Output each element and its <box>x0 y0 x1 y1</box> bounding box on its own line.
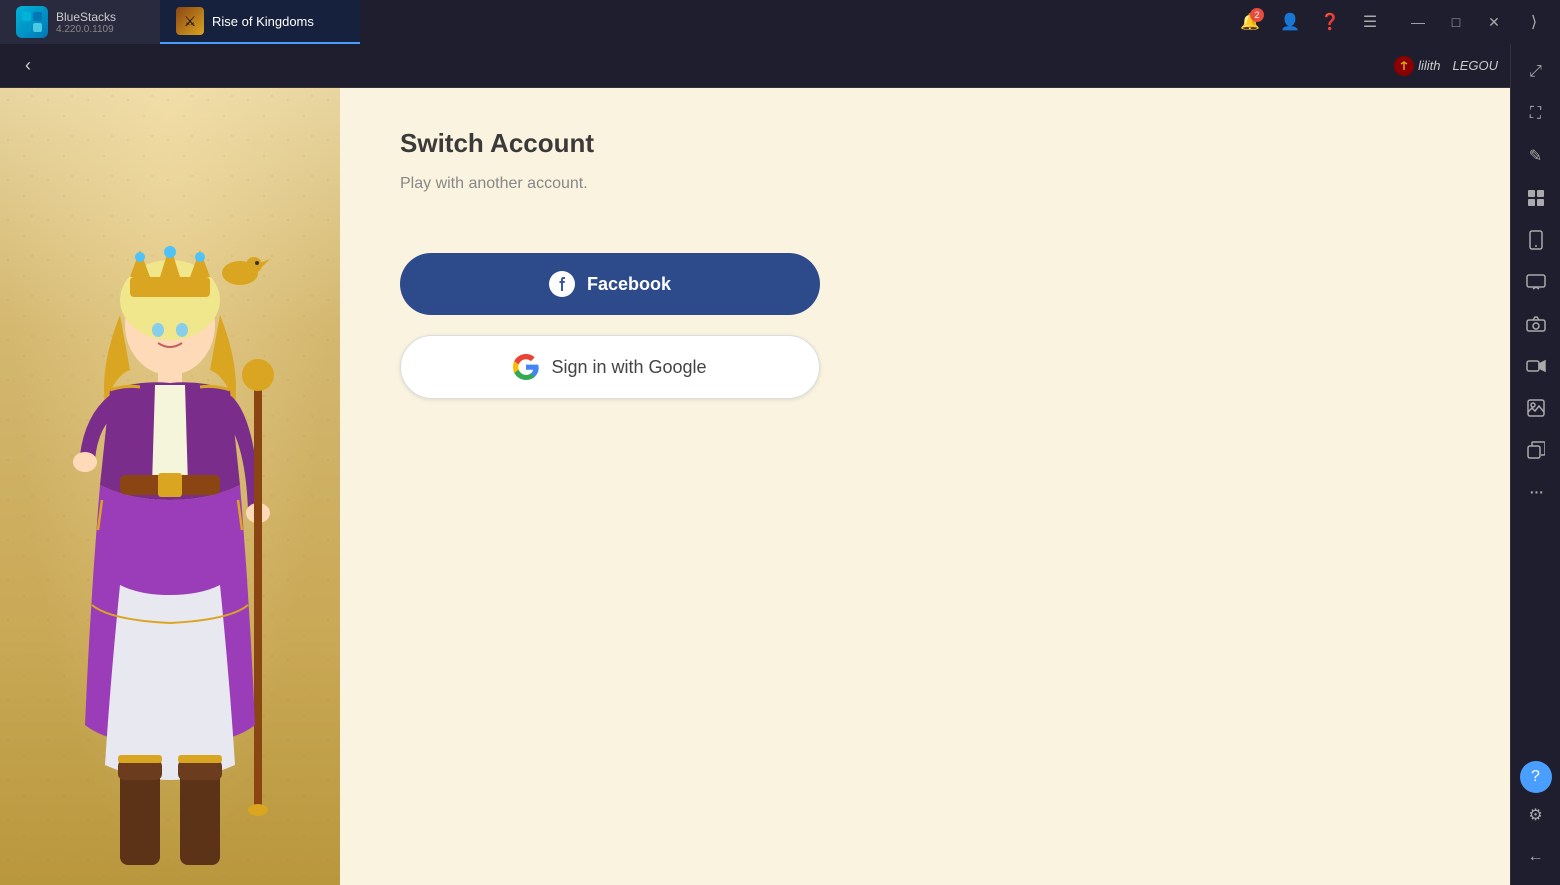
gallery-icon[interactable] <box>1516 388 1556 428</box>
character-section <box>0 88 340 885</box>
game-tab-icon: ⚔ <box>176 7 204 35</box>
edit-icon[interactable]: ✎ <box>1516 136 1556 176</box>
character-illustration <box>10 205 330 885</box>
settings-icon[interactable]: ⚙ <box>1516 795 1556 835</box>
lilith-logo: lilith <box>1394 56 1440 76</box>
bluestacks-tab-text: BlueStacks 4.220.0.1109 <box>56 10 116 35</box>
help-icon[interactable]: ? <box>1520 761 1552 793</box>
game-viewport: Switch Account Play with another account… <box>0 88 1510 885</box>
account-button[interactable]: 👤 <box>1272 4 1308 40</box>
back-button[interactable]: ‹ <box>12 50 44 82</box>
video-play-icon[interactable] <box>1516 178 1556 218</box>
sidebar-bottom: ? ⚙ ← <box>1516 761 1556 885</box>
menu-button[interactable]: ☰ <box>1352 4 1388 40</box>
side-expand-button[interactable]: ⟩ <box>1516 4 1552 40</box>
titlebar: BlueStacks 4.220.0.1109 ⚔ Rise of Kingdo… <box>0 0 1560 44</box>
window-controls: — □ ✕ <box>1400 4 1512 40</box>
phone-icon[interactable] <box>1516 220 1556 260</box>
game-tab[interactable]: ⚔ Rise of Kingdoms <box>160 0 360 44</box>
right-sidebar: ⤢ ⛶ ✎ ··· ? ⚙ ← <box>1510 44 1560 885</box>
bluestacks-tab-title: BlueStacks <box>56 10 116 24</box>
tv-icon[interactable] <box>1516 262 1556 302</box>
legou-logo: LEGOU <box>1452 58 1498 73</box>
maximize-button[interactable]: □ <box>1438 4 1474 40</box>
facebook-icon <box>549 271 575 297</box>
switch-account-title: Switch Account <box>400 128 1450 159</box>
facebook-button[interactable]: Facebook <box>400 253 820 315</box>
legou-label: LEGOU <box>1452 58 1498 73</box>
fullscreen-icon[interactable]: ⛶ <box>1516 94 1556 134</box>
notification-badge: 2 <box>1250 8 1264 22</box>
game-tab-title: Rise of Kingdoms <box>212 14 314 29</box>
game-topbar-right: lilith LEGOU <box>1394 56 1498 76</box>
main-area: ‹ lilith LEGOU <box>0 44 1560 885</box>
titlebar-right: 🔔 2 👤 ❓ ☰ — □ ✕ ⟩ <box>1232 4 1560 40</box>
back-nav-icon[interactable]: ← <box>1516 837 1556 877</box>
record-icon[interactable] <box>1516 346 1556 386</box>
game-area: ‹ lilith LEGOU <box>0 44 1510 885</box>
minimize-button[interactable]: — <box>1400 4 1436 40</box>
bluestacks-tab[interactable]: BlueStacks 4.220.0.1109 <box>0 0 160 44</box>
game-topbar: ‹ lilith LEGOU <box>0 44 1510 88</box>
google-icon <box>513 354 539 380</box>
google-button-label: Sign in with Google <box>551 357 706 378</box>
camera-icon[interactable] <box>1516 304 1556 344</box>
titlebar-left: BlueStacks 4.220.0.1109 ⚔ Rise of Kingdo… <box>0 0 360 44</box>
bluestacks-logo-icon <box>16 6 48 38</box>
close-button[interactable]: ✕ <box>1476 4 1512 40</box>
more-options-icon[interactable]: ··· <box>1516 472 1556 512</box>
facebook-button-label: Facebook <box>587 274 671 295</box>
google-signin-button[interactable]: Sign in with Google <box>400 335 820 399</box>
bluestacks-version: 4.220.0.1109 <box>56 24 116 35</box>
lilith-logo-icon <box>1394 56 1414 76</box>
clone-icon[interactable] <box>1516 430 1556 470</box>
expand-icon[interactable]: ⤢ <box>1516 52 1556 92</box>
notification-button[interactable]: 🔔 2 <box>1232 4 1268 40</box>
lilith-label: lilith <box>1418 58 1440 73</box>
help-button[interactable]: ❓ <box>1312 4 1348 40</box>
content-section: Switch Account Play with another account… <box>340 88 1510 885</box>
switch-account-subtitle: Play with another account. <box>400 175 1450 193</box>
auth-buttons: Facebook Sign in with Google <box>400 253 820 399</box>
